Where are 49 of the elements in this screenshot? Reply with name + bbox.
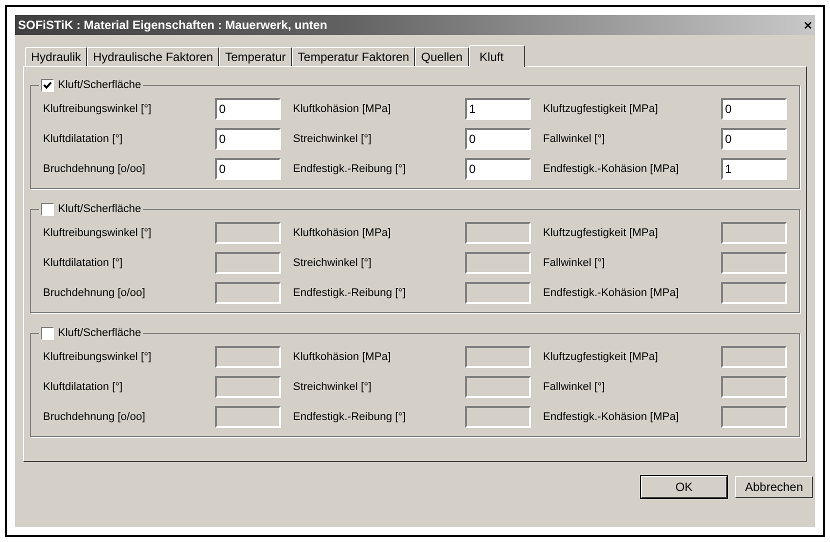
field-label: Endfestigk.-Reibung [°] (293, 162, 407, 177)
field-label: Endfestigk.-Reibung [°] (293, 286, 407, 301)
field-label: Fallwinkel [°] (543, 132, 606, 147)
field-label: Endfestigk.-Kohäsion [MPa] (543, 286, 680, 301)
field-label: Fallwinkel [°] (543, 256, 606, 271)
input-field[interactable]: 0 (721, 98, 787, 120)
window-title: SOFiSTiK : Material Eigenschaften : Mauerwerk, unten (18, 17, 328, 34)
field-label: Kluftzugfestigkeit [MPa] (543, 102, 659, 117)
field-label: Kluftdilatation [°] (43, 256, 124, 271)
input-field[interactable]: 0 (465, 128, 531, 150)
field-label: Kluftkohäsion [MPa] (293, 350, 392, 365)
tab[interactable]: Kluft (468, 45, 525, 67)
field-label: Kluftreibungswinkel [°] (43, 102, 152, 117)
input-field[interactable]: 0 (465, 158, 531, 180)
tab[interactable]: Quellen (415, 47, 469, 66)
input-field[interactable]: 0 (721, 128, 787, 150)
field-label: Kluftreibungswinkel [°] (43, 350, 152, 365)
field-label: Kluftdilatation [°] (43, 132, 124, 147)
tab[interactable]: Hydraulische Faktoren (87, 47, 220, 66)
input-field[interactable]: 1 (465, 98, 531, 120)
field-label: Fallwinkel [°] (543, 380, 606, 395)
group-label: Kluft/Scherfläche (58, 326, 142, 341)
field-label: Endfestigk.-Reibung [°] (293, 410, 407, 425)
tab[interactable]: Hydraulik (25, 47, 88, 66)
field-label: Streichwinkel [°] (293, 380, 372, 395)
close-button[interactable]: × (804, 18, 812, 32)
field-label: Streichwinkel [°] (293, 132, 372, 147)
field-label: Bruchdehnung [o/oo] (43, 162, 146, 177)
tab[interactable]: Temperatur (219, 47, 292, 66)
dialog-button[interactable]: Abbrechen (735, 476, 813, 498)
field-label: Streichwinkel [°] (293, 256, 372, 271)
field-label: Kluftdilatation [°] (43, 380, 124, 395)
tab[interactable]: Temperatur Faktoren (292, 47, 416, 66)
group-label: Kluft/Scherfläche (58, 78, 142, 93)
input-field[interactable]: 0 (215, 98, 281, 120)
input-field[interactable]: 0 (215, 158, 281, 180)
field-label: Kluftkohäsion [MPa] (293, 226, 392, 241)
field-label: Kluftreibungswinkel [°] (43, 226, 152, 241)
field-label: Kluftzugfestigkeit [MPa] (543, 350, 659, 365)
field-label: Endfestigk.-Kohäsion [MPa] (543, 410, 680, 425)
field-label: Kluftzugfestigkeit [MPa] (543, 226, 659, 241)
group-label: Kluft/Scherfläche (58, 202, 142, 217)
dialog-button[interactable]: OK (641, 476, 727, 498)
field-label: Endfestigk.-Kohäsion [MPa] (543, 162, 680, 177)
field-label: Bruchdehnung [o/oo] (43, 410, 146, 425)
input-field[interactable]: 1 (721, 158, 787, 180)
input-field[interactable]: 0 (215, 128, 281, 150)
field-label: Kluftkohäsion [MPa] (293, 102, 392, 117)
field-label: Bruchdehnung [o/oo] (43, 286, 146, 301)
